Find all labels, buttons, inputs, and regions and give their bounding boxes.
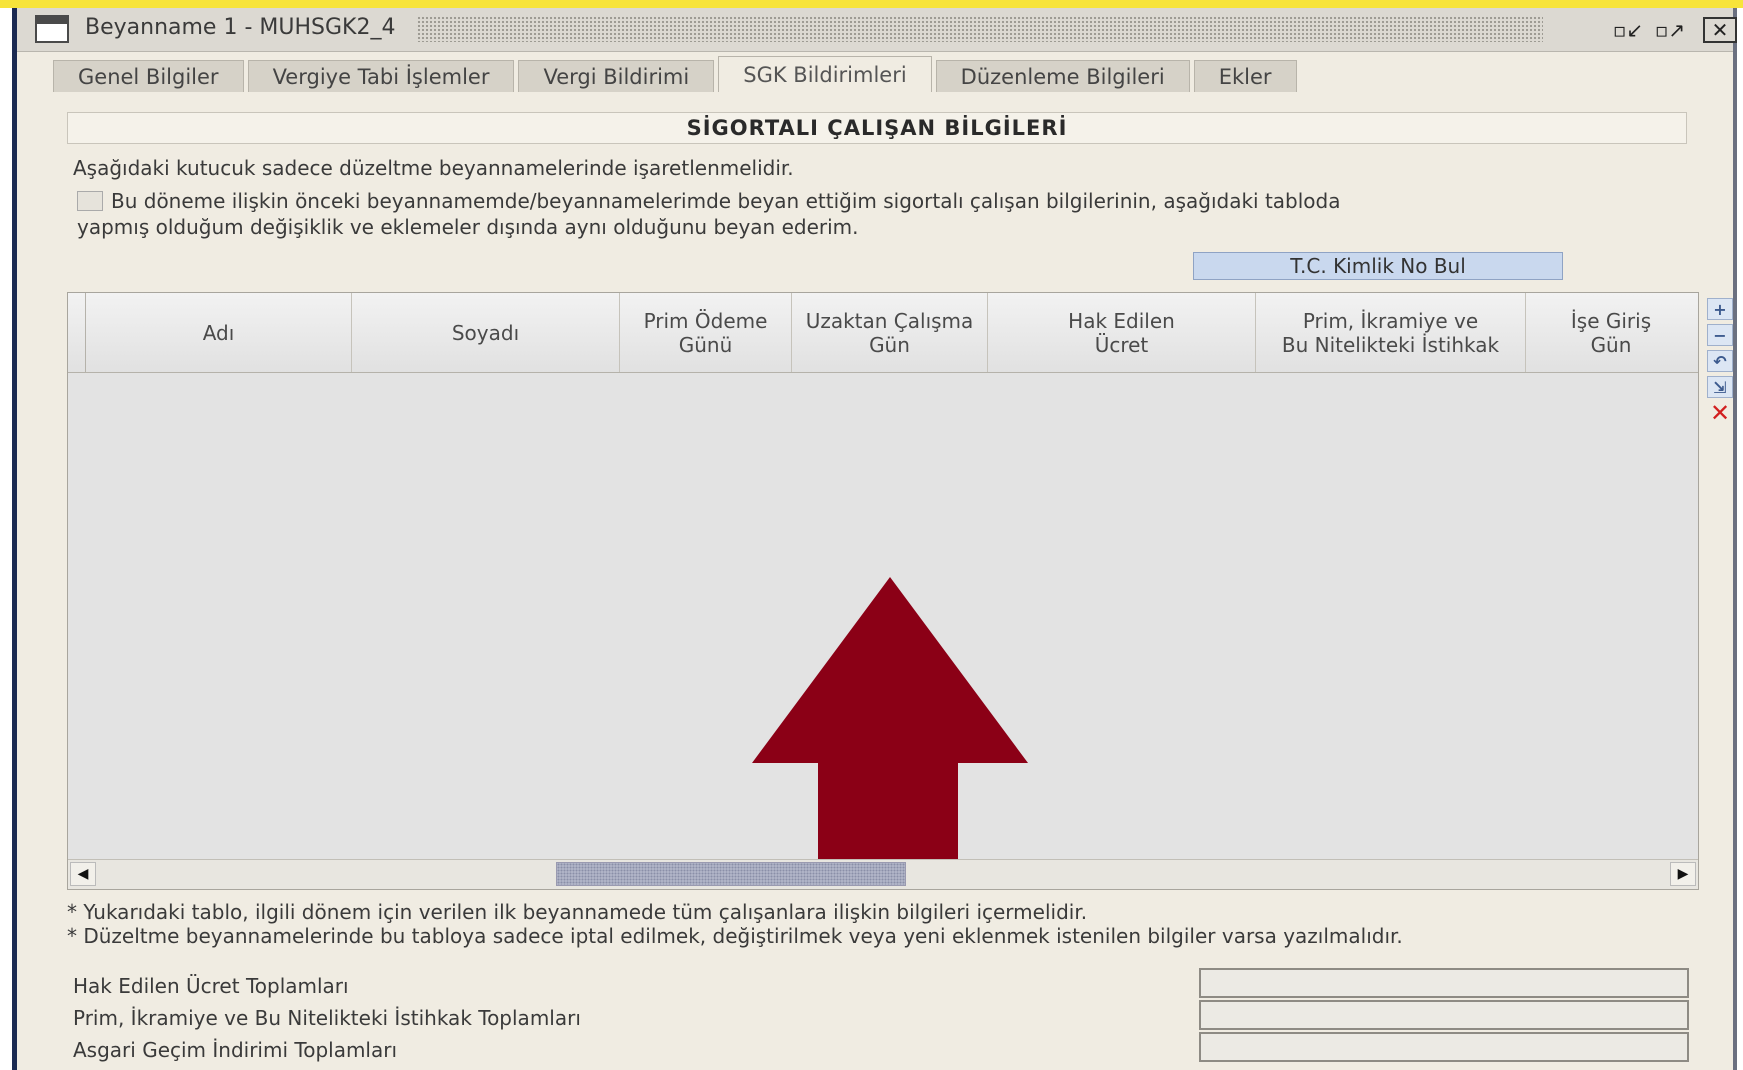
footnote-1: * Yukarıdaki tablo, ilgili dönem için ve… xyxy=(67,900,1088,924)
total-label-asgari-gecim: Asgari Geçim İndirimi Toplamları xyxy=(73,1038,398,1062)
tab-vergi-bildirimi[interactable]: Vergi Bildirimi xyxy=(518,60,715,92)
arrow-shape xyxy=(752,577,1028,889)
correction-checkbox[interactable] xyxy=(77,191,103,211)
column-header-adi[interactable]: Adı xyxy=(86,293,352,372)
correction-note: Aşağıdaki kutucuk sadece düzeltme beyann… xyxy=(73,156,794,180)
title-bar-grip xyxy=(417,16,1543,42)
column-header-hak-edilen-ucret[interactable]: Hak Edilen Ücret xyxy=(988,293,1256,372)
declaration-window: Beyanname 1 - MUHSGK2_4 ▫↙ ▫↗ ✕ Genel Bi… xyxy=(12,8,1737,1070)
add-row-icon[interactable]: + xyxy=(1707,298,1733,320)
correction-checkbox-row: Bu döneme ilişkin önceki beyannamemde/be… xyxy=(77,188,1577,240)
remove-row-icon[interactable]: − xyxy=(1707,324,1733,346)
total-field-hak-edilen[interactable] xyxy=(1199,968,1689,998)
total-field-asgari-gecim[interactable] xyxy=(1199,1032,1689,1062)
total-field-prim-ikramiye[interactable] xyxy=(1199,1000,1689,1030)
scroll-thumb[interactable] xyxy=(556,862,906,886)
undo-icon[interactable]: ↶ xyxy=(1707,350,1733,372)
row-header-spacer xyxy=(68,293,86,372)
up-arrow-annotation xyxy=(752,577,1028,889)
column-header-uzaktan-calisma-gun[interactable]: Uzaktan Çalışma Gün xyxy=(792,293,988,372)
column-header-soyadi[interactable]: Soyadı xyxy=(352,293,620,372)
scroll-left-icon[interactable]: ◀ xyxy=(70,862,96,886)
maximize-icon[interactable]: ▫↗ xyxy=(1653,16,1687,44)
sgk-panel: SİGORTALI ÇALIŞAN BİLGİLERİ Aşağıdaki ku… xyxy=(37,92,1733,1070)
employee-table[interactable]: Adı Soyadı Prim Ödeme Günü Uzaktan Çalış… xyxy=(67,292,1699,890)
top-accent-bar xyxy=(0,0,1743,8)
total-label-hak-edilen: Hak Edilen Ücret Toplamları xyxy=(73,974,349,998)
checkbox-label-line1: Bu döneme ilişkin önceki beyannamemde/be… xyxy=(111,189,1341,213)
delete-row-icon[interactable]: ✕ xyxy=(1707,399,1733,427)
checkbox-label-line2: yapmış olduğum değişiklik ve eklemeler d… xyxy=(77,215,859,239)
column-header-prim-odeme-gunu[interactable]: Prim Ödeme Günü xyxy=(620,293,792,372)
tab-duzenleme-bilgileri[interactable]: Düzenleme Bilgileri xyxy=(935,60,1190,92)
scroll-right-icon[interactable]: ▶ xyxy=(1670,862,1696,886)
column-header-prim-ikramiye[interactable]: Prim, İkramiye ve Bu Nitelikteki İstihka… xyxy=(1256,293,1526,372)
footnote-2: * Düzeltme beyannamelerinde bu tabloya s… xyxy=(67,924,1403,948)
minimize-icon[interactable]: ▫↙ xyxy=(1611,16,1645,44)
window-title: Beyanname 1 - MUHSGK2_4 xyxy=(85,15,408,40)
horizontal-scrollbar[interactable]: ◀ ▶ xyxy=(68,859,1698,889)
window-icon xyxy=(35,15,69,43)
tab-vergiye-tabi-islemler[interactable]: Vergiye Tabi İşlemler xyxy=(247,60,515,92)
tab-genel-bilgiler[interactable]: Genel Bilgiler xyxy=(53,60,244,92)
total-label-prim-ikramiye: Prim, İkramiye ve Bu Nitelikteki İstihka… xyxy=(73,1006,581,1030)
row-tools: + − ↶ ⇲ ✕ xyxy=(1707,298,1735,428)
tab-ekler[interactable]: Ekler xyxy=(1193,60,1297,92)
table-header: Adı Soyadı Prim Ödeme Günü Uzaktan Çalış… xyxy=(68,293,1698,373)
close-icon[interactable]: ✕ xyxy=(1703,17,1737,43)
section-title: SİGORTALI ÇALIŞAN BİLGİLERİ xyxy=(67,112,1687,144)
export-icon[interactable]: ⇲ xyxy=(1707,376,1733,398)
tab-bar: Genel Bilgiler Vergiye Tabi İşlemler Ver… xyxy=(53,56,1301,92)
title-bar[interactable]: Beyanname 1 - MUHSGK2_4 ▫↙ ▫↗ ✕ xyxy=(17,8,1737,52)
column-header-ise-giris-gun[interactable]: İşe Giriş Gün xyxy=(1526,293,1696,372)
tc-kimlik-no-bul-button[interactable]: T.C. Kimlik No Bul xyxy=(1193,252,1563,280)
tab-sgk-bildirimleri[interactable]: SGK Bildirimleri xyxy=(718,56,932,92)
